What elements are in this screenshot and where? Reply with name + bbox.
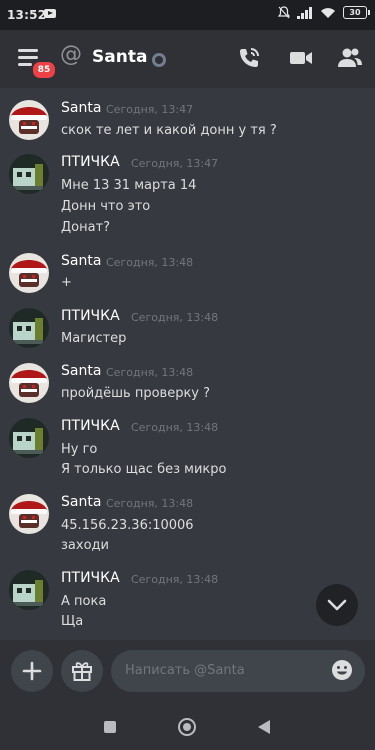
message-author[interactable]: Santa [61, 363, 101, 379]
plus-icon [22, 661, 42, 681]
message-author[interactable]: ПТИЧКА [61, 308, 120, 324]
avatar[interactable] [9, 154, 49, 194]
message-author[interactable]: Santa [61, 100, 101, 116]
message-text: скок те лет и какой донн у тя ? [61, 123, 277, 138]
message-timestamp: Сегодня, 13:48 [131, 421, 219, 434]
recent-apps-icon[interactable] [104, 721, 116, 733]
gift-icon [72, 662, 92, 681]
message-text: Я только щас без микро [61, 462, 227, 477]
add-attachment-button[interactable] [11, 650, 53, 692]
message-timestamp: Сегодня, 13:47 [106, 103, 194, 116]
message-timestamp: Сегодня, 13:48 [106, 256, 194, 269]
wifi-icon [321, 7, 335, 18]
video-camera-icon[interactable] [287, 44, 315, 72]
message-timestamp: Сегодня, 13:47 [131, 157, 219, 170]
message-timestamp: Сегодня, 13:48 [131, 573, 219, 586]
system-navigation-bar [0, 704, 375, 750]
mute-bell-icon [278, 6, 290, 19]
status-icons: 30 [278, 6, 370, 19]
status-bar: 13:52 30 [0, 0, 375, 30]
status-time: 13:52 [7, 8, 47, 22]
presence-status-icon [152, 53, 166, 67]
avatar[interactable] [9, 100, 49, 140]
message-timestamp: Сегодня, 13:48 [106, 497, 194, 510]
message-author[interactable]: ПТИЧКА [61, 154, 120, 170]
santa-avatar-image [9, 494, 49, 534]
phone-call-icon[interactable] [235, 44, 263, 72]
message-timestamp: Сегодня, 13:48 [106, 366, 194, 379]
bird-avatar-image [9, 308, 49, 348]
message-input-placeholder: Написать @Santa [125, 663, 245, 678]
battery-icon: 30 [343, 6, 370, 19]
message-text: Ща [61, 614, 84, 629]
bird-avatar-image [9, 154, 49, 194]
at-icon: @ [60, 42, 82, 67]
message-text: заходи [61, 538, 109, 553]
scroll-to-bottom-button[interactable] [316, 584, 358, 626]
message-list[interactable]: Santa Сегодня, 13:47 скок те лет и какой… [0, 88, 375, 640]
message-timestamp: Сегодня, 13:48 [131, 311, 219, 324]
message-input[interactable]: Написать @Santa [111, 650, 365, 692]
emoji-icon[interactable] [331, 659, 353, 681]
message-text: пройдёшь проверку ? [61, 386, 211, 401]
youtube-notification-icon [44, 9, 56, 18]
message-author[interactable]: ПТИЧКА [61, 570, 120, 586]
home-icon[interactable] [178, 718, 196, 736]
message-composer: Написать @Santa [0, 640, 375, 704]
chevron-down-icon [327, 599, 347, 611]
avatar[interactable] [9, 253, 49, 293]
message-text: Донн что это [61, 199, 151, 214]
bird-avatar-image [9, 418, 49, 458]
message-text: Донат? [61, 220, 111, 235]
avatar[interactable] [9, 363, 49, 403]
page-title[interactable]: Santa [92, 47, 147, 67]
message-text: Магистер [61, 331, 127, 346]
santa-avatar-image [9, 363, 49, 403]
santa-avatar-image [9, 100, 49, 140]
back-icon[interactable] [258, 720, 270, 734]
members-icon[interactable] [336, 44, 364, 72]
message-text: Мне 13 31 марта 14 [61, 178, 197, 193]
signal-icon [297, 6, 313, 19]
message-author[interactable]: Santa [61, 253, 101, 269]
message-text: 45.156.23.36:10006 [61, 518, 194, 533]
message-text: Ну го [61, 442, 98, 457]
message-author[interactable]: ПТИЧКА [61, 418, 120, 434]
avatar[interactable] [9, 308, 49, 348]
message-text: А пока [61, 594, 107, 609]
avatar[interactable] [9, 418, 49, 458]
unread-badge: 85 [31, 60, 57, 80]
app-screen: 13:52 30 85 @ Santa Santa Сегодня, 13:47… [0, 0, 375, 750]
message-author[interactable]: Santa [61, 494, 101, 510]
avatar[interactable] [9, 494, 49, 534]
santa-avatar-image [9, 253, 49, 293]
message-text: + [61, 275, 72, 290]
bird-avatar-image [9, 570, 49, 610]
avatar[interactable] [9, 570, 49, 610]
gift-button[interactable] [61, 650, 103, 692]
chat-header: 85 @ Santa [0, 30, 375, 88]
